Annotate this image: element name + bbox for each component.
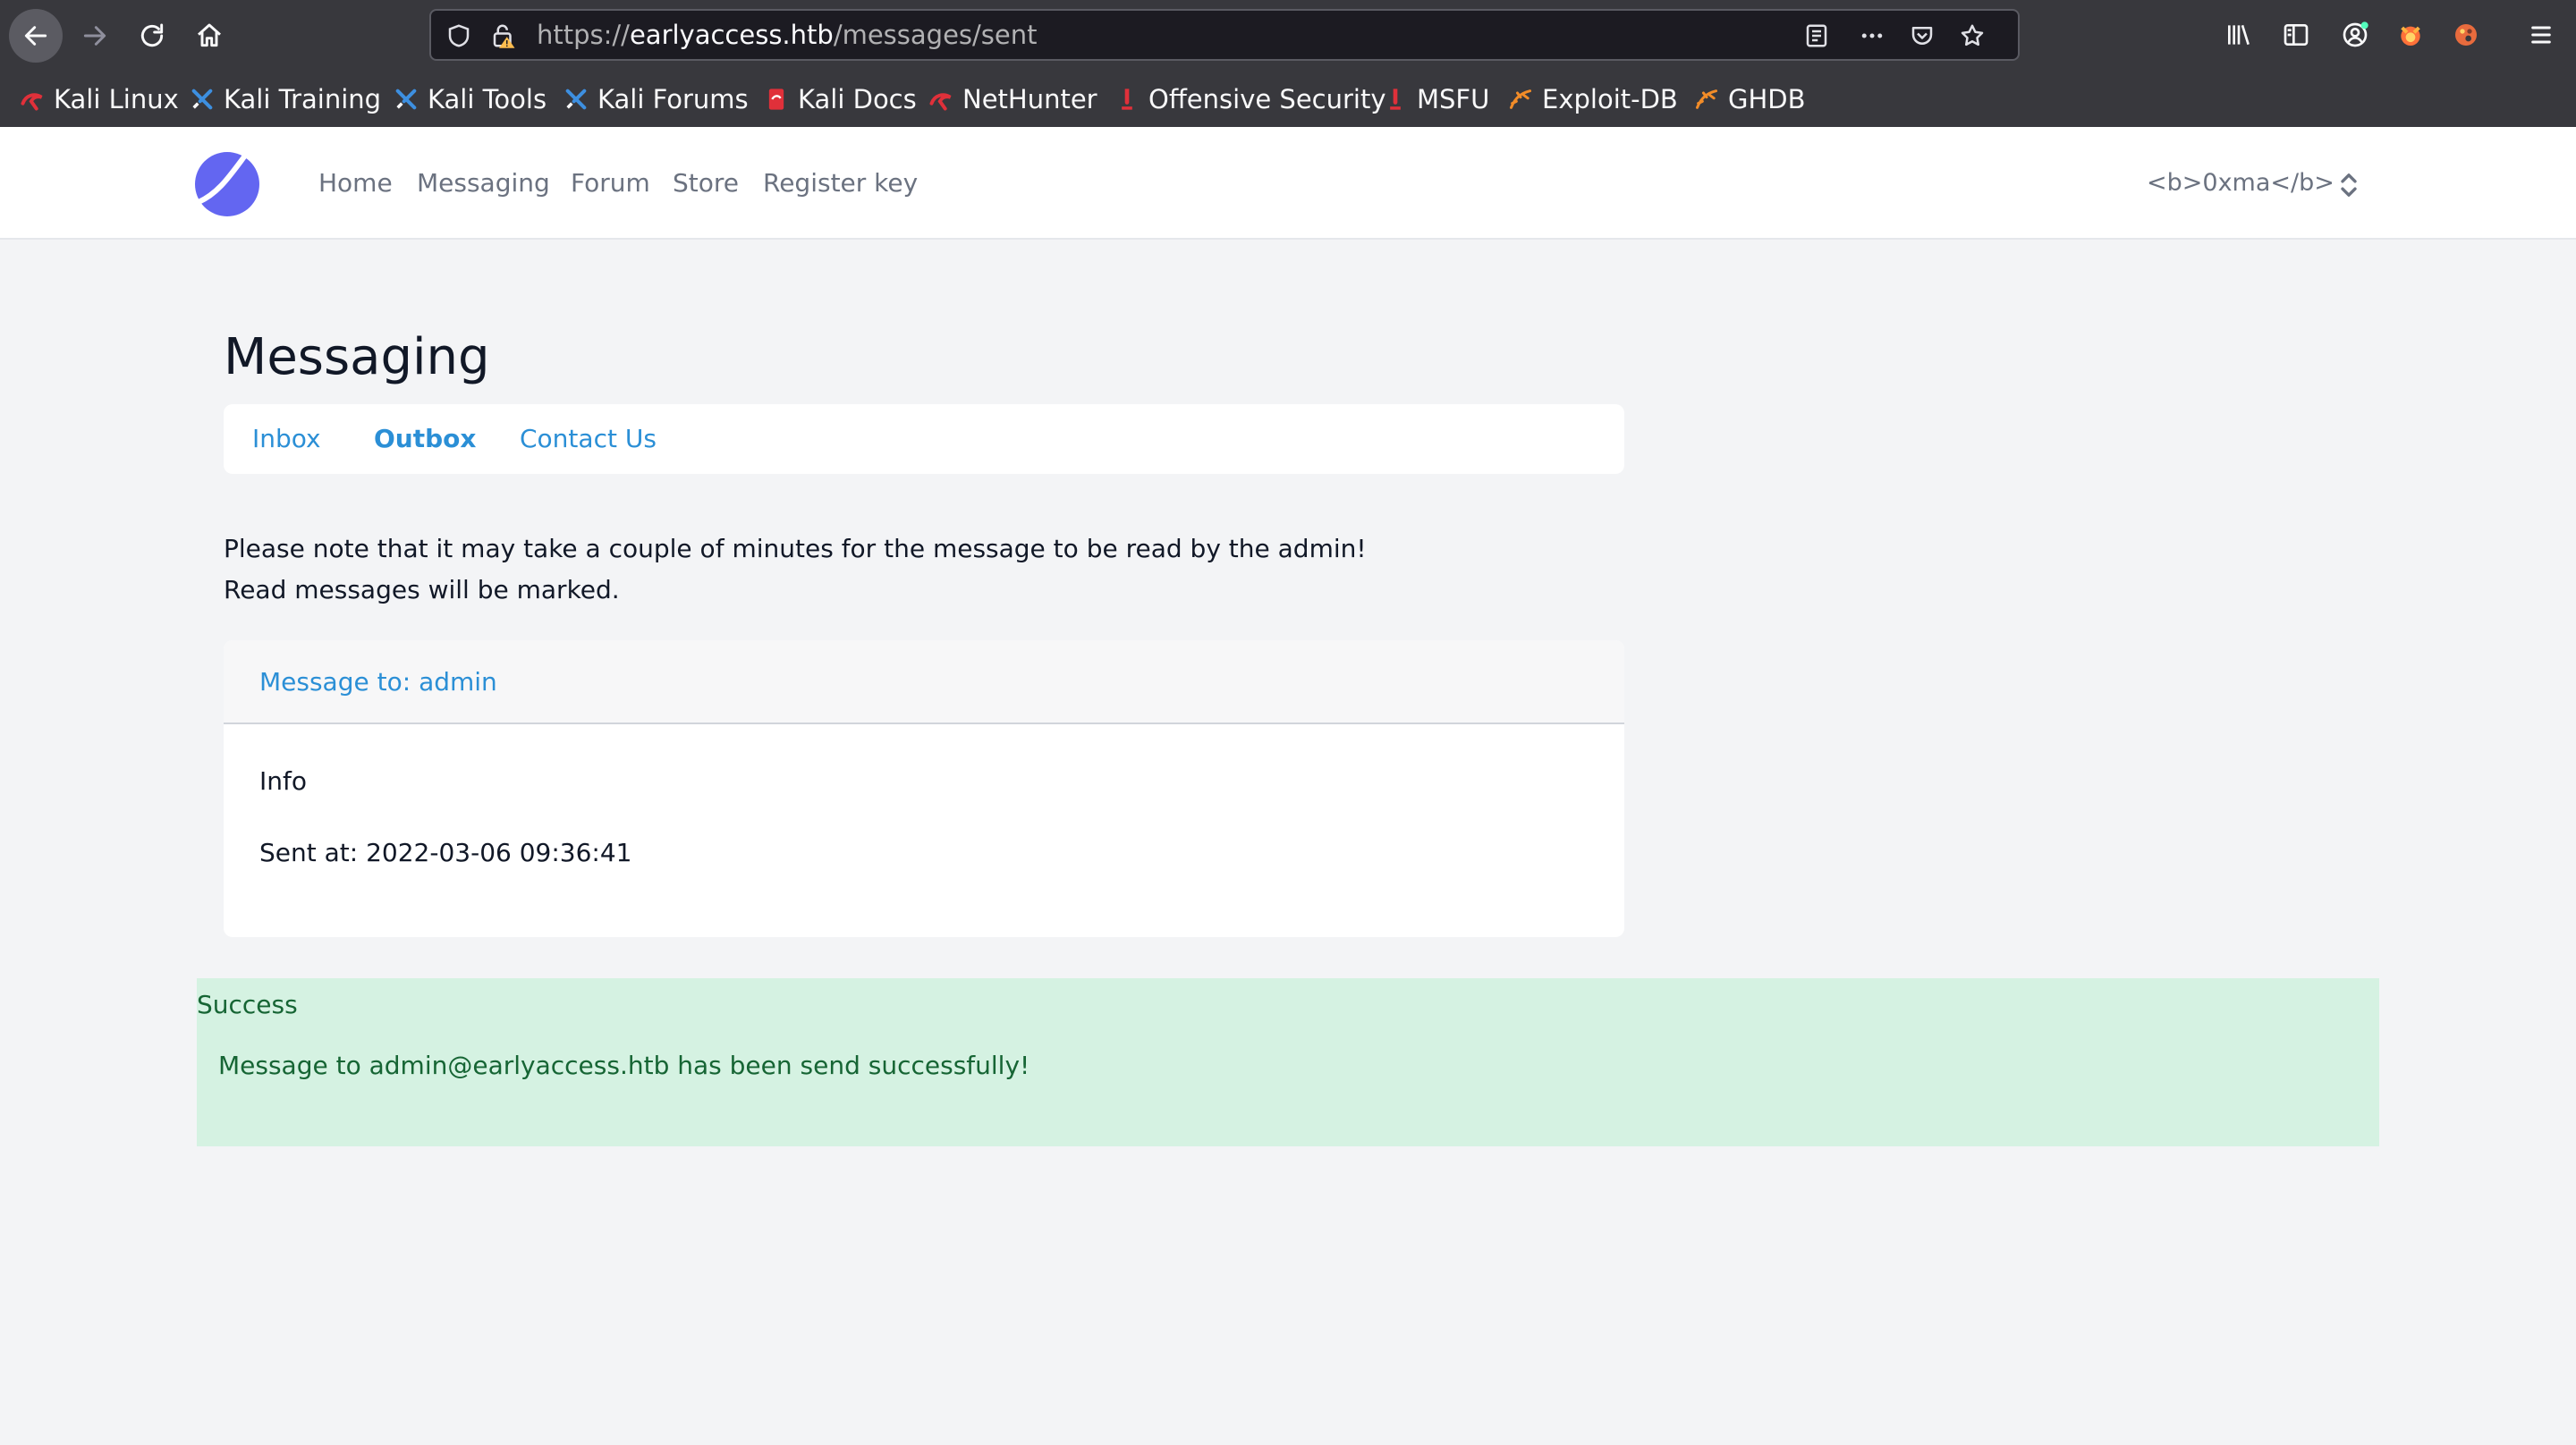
kali-forums-icon bbox=[564, 87, 589, 112]
message-card-header: Message to: admin bbox=[224, 640, 1624, 724]
bookmark-offensive-security[interactable]: Offensive Security bbox=[1114, 79, 1386, 120]
kali-tools-icon bbox=[394, 87, 419, 112]
bookmark-label: Kali Docs bbox=[798, 84, 917, 114]
bookmark-kali-docs[interactable]: Kali Docs bbox=[764, 79, 917, 120]
offsec-icon bbox=[1114, 87, 1140, 112]
sidebar-icon[interactable] bbox=[2275, 14, 2317, 55]
fox-extension-icon[interactable] bbox=[2390, 14, 2431, 55]
msfu-icon bbox=[1383, 87, 1408, 112]
bookmark-label: Kali Linux bbox=[54, 84, 179, 114]
account-icon[interactable] bbox=[2334, 14, 2376, 55]
ghdb-icon bbox=[1694, 87, 1719, 112]
messaging-tabs: Inbox Outbox Contact Us bbox=[224, 404, 1624, 474]
browser-toolbar: https://earlyaccess.htb/messages/sent bbox=[0, 0, 2576, 72]
bookmark-kali-tools[interactable]: Kali Tools bbox=[394, 79, 547, 120]
site-logo-icon[interactable] bbox=[193, 150, 261, 218]
bookmark-kali-forums[interactable]: Kali Forums bbox=[564, 79, 749, 120]
bookmark-kali-training[interactable]: Kali Training bbox=[190, 79, 381, 120]
bookmark-label: Exploit-DB bbox=[1542, 84, 1678, 114]
user-menu-button[interactable]: <b>0xma</b> bbox=[2147, 127, 2334, 240]
exploit-db-icon bbox=[1508, 87, 1533, 112]
bookmark-kali-linux[interactable]: Kali Linux bbox=[20, 79, 179, 120]
message-recipient-link[interactable]: Message to: admin bbox=[259, 640, 497, 724]
alert-title: Success bbox=[197, 990, 298, 1019]
nethunter-icon bbox=[928, 87, 953, 112]
nav-forum-link[interactable]: Forum bbox=[571, 127, 650, 240]
url-bar[interactable]: https://earlyaccess.htb/messages/sent bbox=[429, 9, 2020, 61]
back-button[interactable] bbox=[9, 9, 63, 63]
arrow-right-icon bbox=[83, 26, 106, 46]
bookmark-label: Offensive Security bbox=[1148, 84, 1386, 114]
bookmark-label: GHDB bbox=[1728, 84, 1806, 114]
bookmark-star-icon[interactable] bbox=[1957, 21, 1987, 51]
bookmark-ghdb[interactable]: GHDB bbox=[1694, 79, 1806, 120]
home-button[interactable] bbox=[184, 11, 234, 61]
url-text[interactable]: https://earlyaccess.htb/messages/sent bbox=[537, 11, 1038, 59]
nav-messaging-link[interactable]: Messaging bbox=[417, 127, 550, 240]
message-card: Message to: admin Info Sent at: 2022-03-… bbox=[224, 640, 1624, 937]
bookmark-label: MSFU bbox=[1417, 84, 1490, 114]
insecure-lock-icon[interactable] bbox=[488, 21, 519, 51]
bookmarks-bar: Kali Linux Kali Training Kali Tools Kali… bbox=[0, 79, 2576, 120]
nav-home-link[interactable]: Home bbox=[318, 127, 393, 240]
bookmark-exploit-db[interactable]: Exploit-DB bbox=[1508, 79, 1678, 120]
kali-docs-icon bbox=[764, 87, 789, 112]
reader-view-icon[interactable] bbox=[1801, 21, 1832, 51]
kali-training-icon bbox=[190, 87, 215, 112]
home-icon bbox=[198, 23, 221, 47]
more-actions-icon[interactable] bbox=[1857, 21, 1887, 51]
tab-contact-us[interactable]: Contact Us bbox=[520, 404, 657, 474]
kali-dragon-icon bbox=[20, 87, 45, 112]
nav-store-link[interactable]: Store bbox=[673, 127, 739, 240]
reload-icon bbox=[140, 23, 164, 47]
bookmark-nethunter[interactable]: NetHunter bbox=[928, 79, 1097, 120]
pocket-icon[interactable] bbox=[1907, 21, 1937, 51]
page-title: Messaging bbox=[224, 328, 490, 386]
message-sent-at: Sent at: 2022-03-06 09:36:41 bbox=[259, 838, 632, 867]
tab-inbox[interactable]: Inbox bbox=[252, 404, 321, 474]
bookmark-label: Kali Training bbox=[224, 84, 382, 114]
notice-read-text: Read messages will be marked. bbox=[224, 575, 620, 604]
shield-icon[interactable] bbox=[444, 21, 474, 51]
site-navbar: Home Messaging Forum Store Register key … bbox=[0, 127, 2576, 240]
chevron-up-down-icon[interactable] bbox=[2336, 170, 2361, 200]
bookmark-label: Kali Tools bbox=[428, 84, 547, 114]
url-scheme: https:// bbox=[537, 20, 630, 50]
alert-message: Message to admin@earlyaccess.htb has bee… bbox=[218, 1051, 1030, 1080]
forward-button[interactable] bbox=[70, 11, 120, 61]
bookmark-label: NetHunter bbox=[962, 84, 1097, 114]
nav-register-key-link[interactable]: Register key bbox=[763, 127, 918, 240]
success-alert: Success Message to admin@earlyaccess.htb… bbox=[197, 978, 2379, 1146]
message-subject: Info bbox=[259, 766, 307, 796]
library-icon[interactable] bbox=[2218, 14, 2259, 55]
bookmark-msfu[interactable]: MSFU bbox=[1383, 79, 1489, 120]
notice-text: Please note that it may take a couple of… bbox=[224, 534, 1367, 563]
url-path: /messages/sent bbox=[833, 20, 1038, 50]
reload-button[interactable] bbox=[127, 11, 177, 61]
arrow-left-icon bbox=[24, 26, 47, 46]
url-host: earlyaccess.htb bbox=[629, 20, 834, 50]
bookmark-label: Kali Forums bbox=[597, 84, 749, 114]
hamburger-menu-icon[interactable] bbox=[2521, 14, 2562, 55]
tab-outbox[interactable]: Outbox bbox=[374, 404, 476, 474]
browser-chrome: https://earlyaccess.htb/messages/sent Ka… bbox=[0, 0, 2576, 127]
palette-extension-icon[interactable] bbox=[2445, 14, 2487, 55]
